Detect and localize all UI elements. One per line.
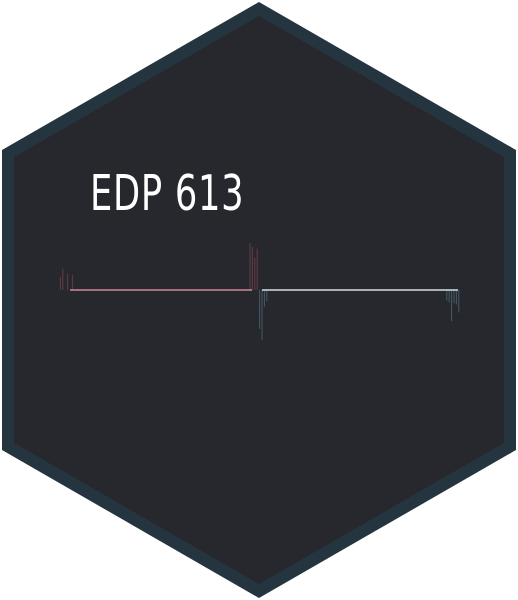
hex-sticker-stage: EDP 613 bbox=[0, 0, 518, 600]
hex-sticker-logo bbox=[2, 2, 516, 598]
course-title: EDP 613 bbox=[90, 165, 245, 222]
